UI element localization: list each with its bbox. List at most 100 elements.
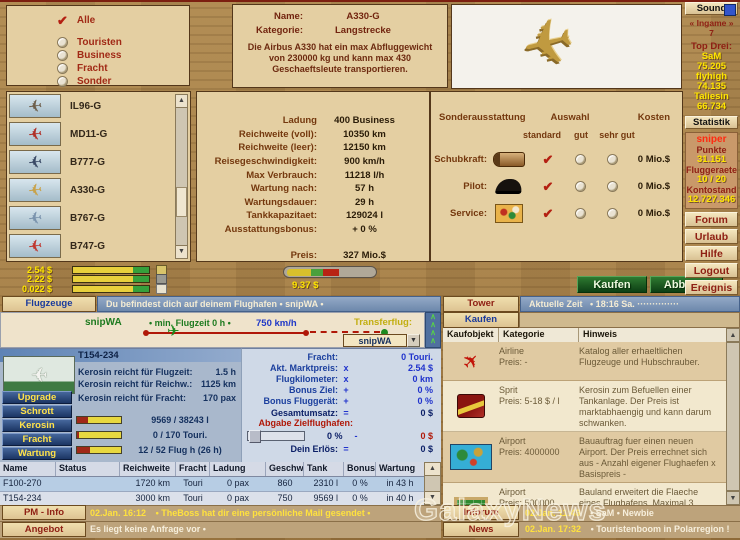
fracht-button[interactable]: Fracht	[2, 433, 72, 446]
sound-toggle-icon[interactable]	[724, 4, 736, 16]
radio-icon[interactable]	[606, 208, 618, 219]
tab-news[interactable]: News	[443, 522, 519, 537]
kerosin-button[interactable]: Kerosin	[2, 419, 72, 432]
collapse-chevrons-icon[interactable]: ∧ ∧ ∧ ∧	[425, 312, 441, 348]
aircraft-list-item[interactable]: ✈ A330-G	[7, 176, 190, 204]
maintenance-level-row: 12 / 52 Flug h (26 h)	[76, 445, 238, 455]
dropdown-arrow-icon[interactable]: ▼	[407, 334, 420, 347]
land-icon	[454, 497, 488, 505]
tower-tab-strip	[519, 312, 740, 328]
check-icon[interactable]: ✔	[531, 153, 565, 166]
aircraft-name: A330-G	[346, 11, 380, 22]
forum-button[interactable]: Forum	[685, 212, 738, 227]
tab-angebot[interactable]: Angebot	[2, 522, 86, 537]
radio-icon[interactable]	[606, 181, 618, 192]
shop-row-airport[interactable]: Airport Preis: 4000000 Bauauftrag fuer ei…	[443, 432, 726, 483]
transfer-airport-select[interactable]: snipWA	[343, 334, 407, 347]
radio-icon[interactable]	[574, 154, 586, 165]
filter-option-alle[interactable]: ✔ Alle	[57, 14, 189, 27]
erloes-label: Dein Erlös:	[290, 443, 338, 454]
plane-thumb-icon: ✈	[26, 207, 44, 229]
aircraft-price: 327 Mio.$	[343, 249, 386, 261]
aircraft-list-item[interactable]: ✈ B777-G	[7, 148, 190, 176]
ereignis-button[interactable]: Ereignis	[685, 280, 738, 295]
abgabe-slider[interactable]	[247, 430, 305, 444]
filter-option-business[interactable]: Business	[57, 49, 189, 62]
kaufen-button[interactable]: Kaufen	[577, 276, 647, 293]
aircraft-list-item[interactable]: ✈ B767-G	[7, 204, 190, 232]
business-price-bar	[72, 275, 150, 284]
aircraft-thumbnail: ✈	[9, 150, 61, 174]
tab-kaufen[interactable]: Kaufen	[443, 312, 519, 328]
service-icon	[495, 204, 523, 223]
aircraft-list: ✈ IL96-G ✈ MD11-G ✈ B777-G ✈ A330-G ✈ B7…	[6, 91, 191, 262]
aircraft-list-item[interactable]: ✈ IL96-G	[7, 92, 190, 120]
news-message: • Touristenboom in Polarregion !	[590, 524, 730, 534]
punkte-value: 31.151	[696, 154, 727, 165]
scroll-down-icon[interactable]: ▼	[726, 491, 740, 505]
business-price-icon	[156, 274, 167, 285]
urlaub-button[interactable]: Urlaub	[685, 229, 738, 244]
filter-option-touristen[interactable]: Touristen	[57, 36, 189, 49]
tourist-price-icon	[156, 264, 167, 275]
fluggeraete-value: 10 / 20	[696, 174, 727, 185]
pm-time: 02.Jan. 16:12	[90, 508, 147, 518]
hangar-header: Du befindest dich auf deinem Flughafen •…	[97, 296, 441, 312]
aircraft-list-item[interactable]: ✈ MD11-G	[7, 120, 190, 148]
logout-button[interactable]: Logout	[685, 263, 738, 278]
topdrei-points: 66.734	[696, 101, 727, 112]
engine-icon	[493, 152, 525, 167]
wartung-button[interactable]: Wartung	[2, 447, 72, 460]
scroll-up-icon[interactable]: ▲	[425, 463, 440, 476]
plane-thumb-icon: ✈	[26, 123, 44, 145]
check-icon[interactable]: ✔	[531, 180, 565, 193]
scroll-up-icon[interactable]: ▲	[726, 328, 740, 342]
radio-icon[interactable]	[574, 181, 586, 192]
radio-icon[interactable]	[606, 154, 618, 165]
tab-flugzeuge[interactable]: Flugzeuge	[2, 296, 96, 312]
scroll-down-icon[interactable]: ▼	[176, 245, 187, 258]
scroll-down-icon[interactable]: ▼	[425, 491, 440, 504]
scroll-up-icon[interactable]: ▲	[176, 95, 187, 108]
aircraft-list-scrollbar[interactable]: ▲ ▼	[175, 94, 188, 259]
aircraft-list-item[interactable]: ✈ A340-G	[7, 260, 190, 261]
equipment-row-schubkraft: Schubkraft: ✔ 0 Mio.$	[434, 151, 670, 167]
check-icon: ✔	[57, 12, 68, 28]
shop-row-sprit[interactable]: Sprit Preis: 5-18 $ / l Kerosin zum Befue…	[443, 381, 726, 432]
filter-option-sonder[interactable]: Sonder	[57, 75, 189, 88]
fracht-price-bar	[72, 284, 150, 293]
hilfe-button[interactable]: Hilfe	[685, 246, 738, 261]
slider-handle[interactable]	[249, 430, 261, 444]
plane-icon: ✈	[514, 4, 582, 85]
tab-tower[interactable]: Tower	[443, 296, 519, 312]
aircraft-thumbnail: ✈	[9, 178, 61, 202]
news-time: 02.Jan. 17:32	[525, 524, 582, 534]
fleet-table-scrollbar[interactable]: ▲ ▼	[424, 462, 441, 505]
aircraft-list-item[interactable]: ✈ B747-G	[7, 232, 190, 260]
shop-row-airline[interactable]: ✈ Airline Preis: - Katalog aller erhaeltl…	[443, 342, 726, 381]
sidebar: Sound « Ingame » 7 Top Drei: SaM 75.205 …	[685, 2, 738, 326]
shop-row-bauland[interactable]: Airport Preis: 500000 Bauland erweitert d…	[443, 483, 726, 505]
upgrade-button[interactable]: Upgrade	[2, 391, 72, 404]
shop-table-scrollbar[interactable]	[726, 342, 740, 491]
inforum-time: 02.Jan. 11:49	[525, 508, 581, 518]
sound-button[interactable]: Sound	[685, 2, 738, 16]
selected-aircraft-panel: T154-234 ✈ Kerosin reicht für Flugzeit: …	[0, 348, 241, 462]
schrott-button[interactable]: Schrott	[2, 405, 72, 418]
scrollbar-thumb[interactable]	[176, 187, 187, 217]
airline-icon: ✈	[457, 347, 486, 376]
statistik-button[interactable]: Statistik	[685, 116, 738, 129]
fuel-gauge	[283, 266, 377, 278]
tab-pm-info[interactable]: PM - Info	[2, 505, 86, 520]
check-icon[interactable]: ✔	[531, 207, 565, 220]
filter-option-fracht[interactable]: Fracht	[57, 62, 189, 75]
radio-icon[interactable]	[574, 208, 586, 219]
fleet-table: Name Status Reichweite Fracht Ladung Ges…	[0, 462, 424, 507]
abgabe-value: 0 $	[420, 431, 433, 442]
shop-table-header: Kaufobjekt Kategorie Hinweis	[443, 328, 726, 343]
fleet-row[interactable]: F100-270 1720 km Touri 0 pax 860 2310 l …	[0, 477, 424, 492]
market-prices: 2.54 $ 2.22 $ 0.022 $	[2, 264, 182, 294]
tab-inforum[interactable]: Inforum	[443, 505, 519, 520]
price-label: Preis:	[290, 249, 317, 261]
radio-icon	[57, 37, 68, 48]
